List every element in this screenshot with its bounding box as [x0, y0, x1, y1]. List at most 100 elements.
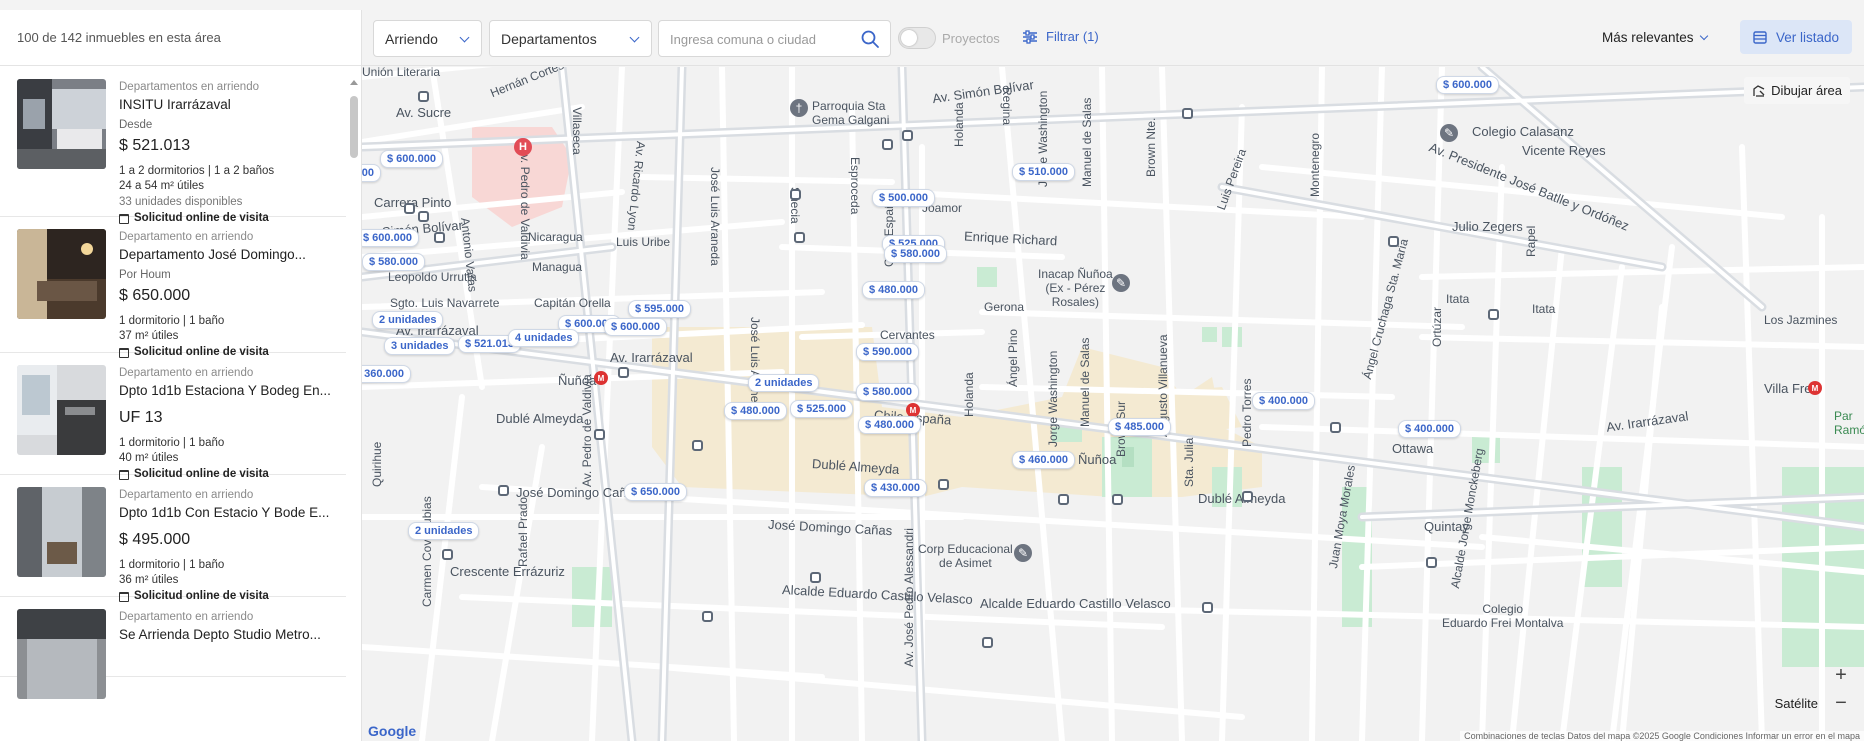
street-label: Rafael Prado: [516, 496, 530, 567]
price-marker[interactable]: $ 580.000: [884, 245, 947, 263]
bus-stop-icon: [1182, 108, 1193, 119]
property-type-dropdown[interactable]: Departamentos: [489, 20, 652, 57]
location-search[interactable]: [658, 20, 891, 57]
price-marker[interactable]: $ 595.000: [628, 300, 691, 318]
listing-photo[interactable]: [17, 365, 106, 455]
app-root: 100 de 142 inmuebles en esta área Depart…: [0, 0, 1864, 741]
listing-card[interactable]: Departamento en arriendo Dpto 1d1b Con E…: [0, 475, 346, 602]
listing-units: 33 unidades disponibles: [119, 196, 243, 208]
bus-stop-icon: [1058, 494, 1069, 505]
price-marker[interactable]: $ 650.000: [624, 483, 687, 501]
street-label: José Luis Araneda: [708, 167, 722, 266]
marker-label: $ 500.000: [879, 192, 928, 204]
price-marker[interactable]: $ 430.000: [864, 479, 927, 497]
listing-title[interactable]: INSITU Irarrázaval: [119, 95, 346, 115]
street-label: Holanda: [962, 372, 976, 417]
price-marker[interactable]: $ 525.000: [790, 400, 853, 418]
price-marker[interactable]: $ 400.000: [1398, 420, 1461, 438]
listing-card[interactable]: Departamento en arriendo Se Arrienda Dep…: [0, 597, 346, 699]
price-marker[interactable]: $ 400.000: [1252, 392, 1315, 410]
street-label: Ángel Pino: [1006, 328, 1020, 387]
price-marker[interactable]: $ 360.000: [362, 365, 411, 383]
price-marker[interactable]: $ 485.000: [1108, 418, 1171, 436]
projects-toggle[interactable]: [898, 27, 936, 49]
listing-title[interactable]: Dpto 1d1b Con Estacio Y Bode E...: [119, 503, 346, 523]
listing-photo[interactable]: [17, 229, 106, 319]
listing-card[interactable]: Departamentos en arriendo INSITU Irarráz…: [0, 67, 346, 224]
school-icon[interactable]: ✎: [1440, 124, 1458, 142]
school-icon[interactable]: ✎: [1014, 544, 1032, 562]
price-marker[interactable]: $ 600.000: [1436, 76, 1499, 94]
listing-photo[interactable]: [17, 487, 106, 577]
school-icon[interactable]: ✎: [1112, 274, 1130, 292]
price-marker[interactable]: $ 600.000: [380, 150, 443, 168]
price-marker[interactable]: $ 480.000: [862, 281, 925, 299]
street-label: José Domingo Cañas: [516, 485, 641, 500]
hospital-icon[interactable]: H: [514, 138, 532, 156]
price-marker[interactable]: $ 480.000: [724, 402, 787, 420]
price-marker[interactable]: $ 600.000: [362, 164, 381, 182]
metro-station-icon[interactable]: M: [594, 371, 608, 385]
marker-label: $ 400.000: [1259, 395, 1308, 407]
location-search-input[interactable]: [670, 30, 850, 48]
satellite-toggle[interactable]: Satélite: [1775, 696, 1818, 711]
listing-photo[interactable]: [17, 79, 106, 169]
metro-station-icon[interactable]: M: [906, 403, 920, 417]
listing-photo[interactable]: [17, 609, 106, 699]
price-marker[interactable]: $ 600.000: [604, 318, 667, 336]
price-marker[interactable]: $ 460.000: [1012, 451, 1075, 469]
price-marker[interactable]: $ 480.000: [858, 416, 921, 434]
street-label: Rapel: [1524, 225, 1538, 257]
price-marker[interactable]: $ 510.000: [1012, 163, 1075, 181]
bus-stop-icon: [618, 367, 629, 378]
zoom-in-button[interactable]: +: [1830, 665, 1852, 687]
marker-label: $ 650.000: [631, 486, 680, 498]
map[interactable]: Unión Literaria Hernán Cortés Av. Sucre …: [362, 67, 1864, 741]
price-marker[interactable]: 2 unidades: [372, 311, 444, 329]
church-icon[interactable]: †: [790, 99, 808, 117]
listing-area: 36 m² útiles: [119, 574, 179, 586]
listing-card[interactable]: Departamento en arriendo Dpto 1d1b Estac…: [0, 353, 346, 480]
chevron-down-icon: [629, 32, 640, 43]
listing-type: Departamentos en arriendo: [119, 81, 259, 93]
scroll-up-arrow-icon[interactable]: [350, 80, 358, 85]
marker-label: $ 580.000: [891, 248, 940, 260]
price-marker[interactable]: $ 600.000: [362, 229, 419, 247]
marker-label: $ 600.000: [363, 232, 412, 244]
metro-station-icon[interactable]: M: [1808, 381, 1822, 395]
listing-price: UF 13: [119, 409, 163, 426]
price-marker[interactable]: 4 unidades: [508, 329, 580, 347]
price-marker[interactable]: $ 500.000: [872, 189, 935, 207]
listing-card[interactable]: Departamento en arriendo Departamento Jo…: [0, 217, 346, 358]
street-label: Montenegro: [1308, 132, 1322, 197]
listing-list: Departamentos en arriendo INSITU Irarráz…: [0, 67, 346, 741]
operation-dropdown[interactable]: Arriendo: [373, 20, 482, 57]
street-label: Ortúzar: [1430, 306, 1444, 347]
map-attribution[interactable]: Combinaciones de teclas Datos del mapa ©…: [1460, 731, 1864, 741]
price-marker[interactable]: $ 590.000: [856, 343, 919, 361]
search-icon[interactable]: [860, 29, 880, 49]
zoom-out-button[interactable]: −: [1830, 693, 1852, 715]
listing-title[interactable]: Departamento José Domingo...: [119, 245, 346, 265]
listing-title[interactable]: Dpto 1d1b Estaciona Y Bodeg En...: [119, 381, 346, 401]
google-logo: Google: [368, 723, 417, 739]
price-marker[interactable]: $ 580.000: [856, 383, 919, 401]
marker-label: $ 485.000: [1115, 421, 1164, 433]
filter-button[interactable]: Filtrar (1): [1022, 29, 1099, 44]
price-marker[interactable]: 2 unidades: [408, 522, 480, 540]
street-label: Dublé Almeyda: [496, 411, 584, 426]
price-marker[interactable]: 3 unidades: [384, 337, 456, 355]
street-label: Villa Frei: [1764, 381, 1815, 396]
bus-stop-icon: [434, 232, 445, 243]
listing-title[interactable]: Se Arrienda Depto Studio Metro...: [119, 625, 346, 645]
bus-stop-icon: [810, 572, 821, 583]
sort-dropdown[interactable]: Más relevantes: [1602, 30, 1708, 45]
price-marker[interactable]: 2 unidades: [748, 374, 820, 392]
marker-label: $ 360.000: [362, 368, 404, 380]
list-view-button[interactable]: Ver listado: [1740, 20, 1852, 54]
list-icon: [1753, 30, 1767, 44]
scrollbar-thumb[interactable]: [350, 96, 358, 158]
results-scrollbar[interactable]: [347, 80, 361, 741]
draw-area-button[interactable]: Dibujar área: [1744, 77, 1850, 104]
price-marker[interactable]: $ 580.000: [362, 253, 425, 271]
